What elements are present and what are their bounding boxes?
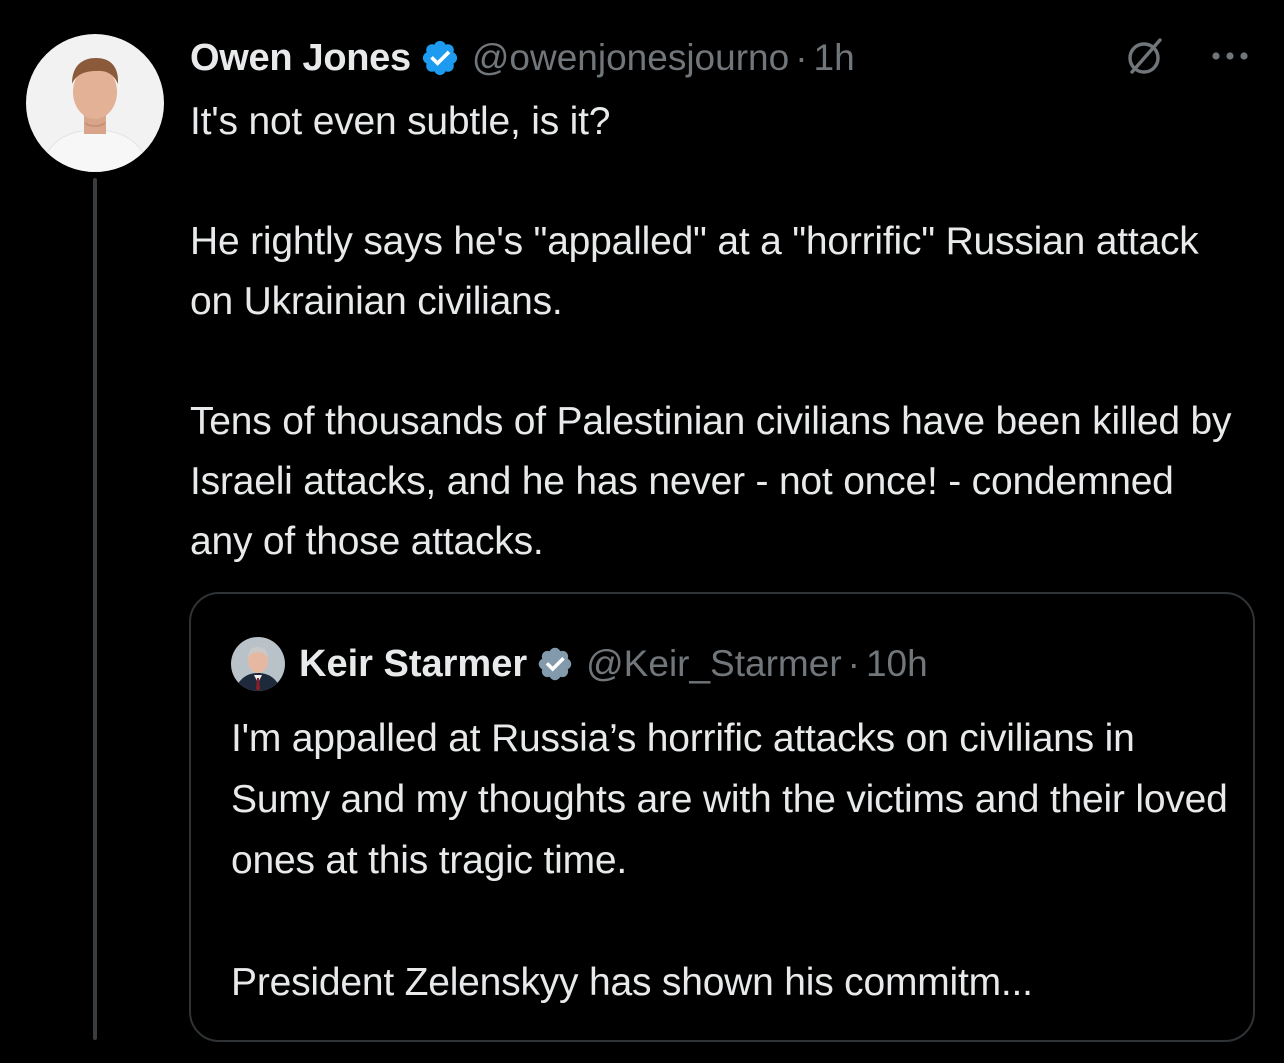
more-options-icon[interactable]	[1206, 32, 1254, 80]
tweet-actions-top	[1122, 32, 1254, 80]
quoted-author-name[interactable]: Keir Starmer	[299, 643, 527, 686]
author-name[interactable]: Owen Jones	[190, 37, 411, 80]
verified-badge-icon	[422, 40, 457, 76]
tweet-header: Owen Jones @owenjonesjourno · 1h	[190, 28, 855, 88]
tweet[interactable]: Owen Jones @owenjonesjourno · 1h It's no…	[0, 0, 1284, 1063]
tweet-body: It's not even subtle, is it? He rightly …	[190, 92, 1240, 572]
quoted-tweet[interactable]: Keir Starmer @Keir_Starmer · 10h I'm app…	[189, 592, 1255, 1042]
author-handle[interactable]: @owenjonesjourno	[472, 37, 789, 79]
quoted-tweet-header: Keir Starmer @Keir_Starmer · 10h	[231, 636, 928, 692]
author-avatar[interactable]	[26, 34, 164, 172]
meta-separator: ·	[847, 643, 860, 684]
quoted-tweet-paragraph: I'm appalled at Russia’s horrific attack…	[231, 717, 1228, 882]
quoted-tweet-timestamp[interactable]: 10h	[866, 643, 928, 685]
quoted-tweet-paragraph: President Zelenskyy has shown his commit…	[231, 961, 1033, 1004]
quoted-tweet-body: I'm appalled at Russia’s horrific attack…	[231, 708, 1231, 1013]
quoted-author-avatar	[231, 637, 285, 691]
quoted-author-handle[interactable]: @Keir_Starmer	[586, 643, 842, 685]
tweet-paragraph: It's not even subtle, is it?	[190, 100, 611, 143]
tweet-paragraph: Tens of thousands of Palestinian civilia…	[190, 400, 1232, 563]
thread-line	[93, 178, 97, 1040]
meta-separator: ·	[795, 37, 808, 78]
grok-icon[interactable]	[1122, 32, 1170, 80]
verified-badge-icon	[538, 647, 572, 681]
tweet-paragraph: He rightly says he's "appalled" at a "ho…	[190, 220, 1199, 323]
tweet-timestamp[interactable]: 1h	[814, 37, 855, 79]
